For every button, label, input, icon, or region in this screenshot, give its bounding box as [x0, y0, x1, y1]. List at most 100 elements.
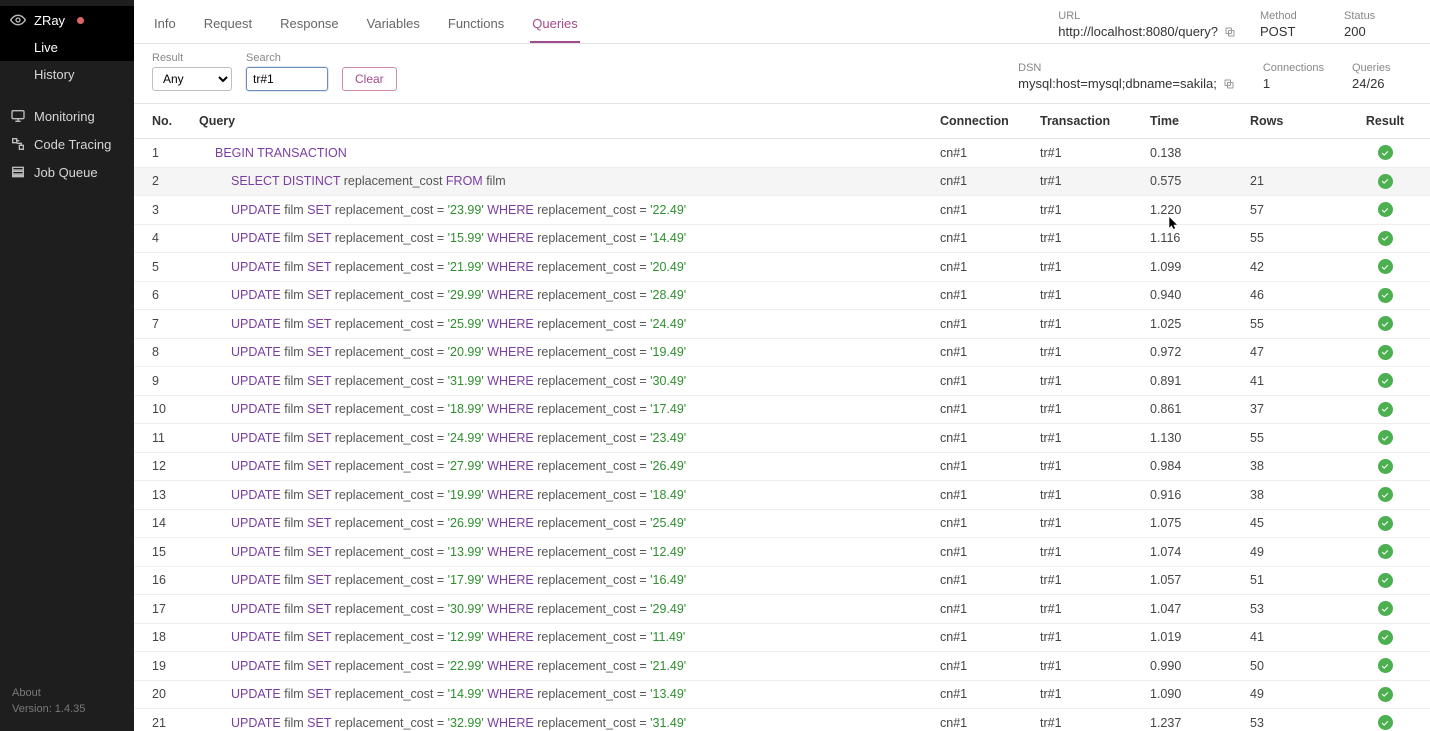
col-header-rows[interactable]: Rows: [1240, 104, 1340, 139]
cell-conn: cn#1: [930, 709, 1030, 731]
search-input[interactable]: [246, 67, 328, 91]
cell-query: UPDATE film SET replacement_cost = '18.9…: [189, 395, 930, 424]
sidebar-item-jobqueue[interactable]: Job Queue: [0, 158, 134, 186]
copy-icon[interactable]: [1224, 26, 1236, 38]
cell-tx: tr#1: [1030, 310, 1140, 339]
queue-icon: [10, 164, 26, 180]
dsn-value: mysql:host=mysql;dbname=sakila;: [1018, 76, 1217, 91]
cell-conn: cn#1: [930, 452, 1030, 481]
tab-response[interactable]: Response: [278, 8, 341, 43]
table-row[interactable]: 20UPDATE film SET replacement_cost = '14…: [134, 680, 1430, 709]
table-row[interactable]: 3UPDATE film SET replacement_cost = '23.…: [134, 196, 1430, 225]
cell-result: [1340, 566, 1430, 595]
tab-functions[interactable]: Functions: [446, 8, 506, 43]
sidebar-item-monitoring[interactable]: Monitoring: [0, 102, 134, 130]
result-filter-select[interactable]: Any: [152, 67, 232, 91]
cell-result: [1340, 253, 1430, 282]
cell-conn: cn#1: [930, 680, 1030, 709]
table-row[interactable]: 18UPDATE film SET replacement_cost = '12…: [134, 623, 1430, 652]
table-row[interactable]: 15UPDATE film SET replacement_cost = '13…: [134, 538, 1430, 567]
sidebar-item-history[interactable]: History: [0, 61, 134, 88]
cell-no: 10: [134, 395, 189, 424]
col-header-no[interactable]: No.: [134, 104, 189, 139]
cell-time: 1.130: [1140, 424, 1240, 453]
tab-info[interactable]: Info: [152, 8, 178, 43]
cell-query: UPDATE film SET replacement_cost = '20.9…: [189, 338, 930, 367]
sidebar-brand[interactable]: ZRay: [0, 6, 134, 34]
col-header-query[interactable]: Query: [189, 104, 930, 139]
table-row[interactable]: 14UPDATE film SET replacement_cost = '26…: [134, 509, 1430, 538]
status-value: 200: [1344, 24, 1404, 39]
col-header-tx[interactable]: Transaction: [1030, 104, 1140, 139]
table-row[interactable]: 10UPDATE film SET replacement_cost = '18…: [134, 395, 1430, 424]
cell-tx: tr#1: [1030, 338, 1140, 367]
cell-time: 0.916: [1140, 481, 1240, 510]
col-header-time[interactable]: Time: [1140, 104, 1240, 139]
cell-query: UPDATE film SET replacement_cost = '26.9…: [189, 509, 930, 538]
table-row[interactable]: 16UPDATE film SET replacement_cost = '17…: [134, 566, 1430, 595]
cell-query: UPDATE film SET replacement_cost = '21.9…: [189, 253, 930, 282]
cell-conn: cn#1: [930, 367, 1030, 396]
meta-connections: Connections 1: [1263, 62, 1324, 91]
cell-result: [1340, 452, 1430, 481]
sidebar-item-live[interactable]: Live: [0, 34, 134, 61]
tab-variables[interactable]: Variables: [365, 8, 422, 43]
cell-rows: [1240, 139, 1340, 168]
cell-no: 1: [134, 139, 189, 168]
cell-rows: 55: [1240, 424, 1340, 453]
cell-no: 2: [134, 167, 189, 196]
cell-time: 1.047: [1140, 595, 1240, 624]
table-row[interactable]: 13UPDATE film SET replacement_cost = '19…: [134, 481, 1430, 510]
table-row[interactable]: 11UPDATE film SET replacement_cost = '24…: [134, 424, 1430, 453]
cell-query: UPDATE film SET replacement_cost = '12.9…: [189, 623, 930, 652]
cell-time: 1.220: [1140, 196, 1240, 225]
table-row[interactable]: 12UPDATE film SET replacement_cost = '27…: [134, 452, 1430, 481]
cell-rows: 41: [1240, 367, 1340, 396]
meta-method: Method POST: [1260, 10, 1320, 39]
tab-request[interactable]: Request: [202, 8, 254, 43]
col-header-result[interactable]: Result: [1340, 104, 1430, 139]
copy-icon[interactable]: [1223, 78, 1235, 90]
cell-rows: 45: [1240, 509, 1340, 538]
cell-result: [1340, 623, 1430, 652]
table-row[interactable]: 8UPDATE film SET replacement_cost = '20.…: [134, 338, 1430, 367]
cell-no: 7: [134, 310, 189, 339]
success-icon: [1378, 145, 1393, 160]
sidebar-item-label: Monitoring: [34, 109, 95, 124]
cell-conn: cn#1: [930, 224, 1030, 253]
table-row[interactable]: 6UPDATE film SET replacement_cost = '29.…: [134, 281, 1430, 310]
cell-query: UPDATE film SET replacement_cost = '30.9…: [189, 595, 930, 624]
cell-tx: tr#1: [1030, 224, 1140, 253]
cell-no: 5: [134, 253, 189, 282]
sidebar-item-label: History: [34, 67, 74, 82]
sidebar-item-tracing[interactable]: Code Tracing: [0, 130, 134, 158]
cell-conn: cn#1: [930, 196, 1030, 225]
cell-no: 15: [134, 538, 189, 567]
cell-rows: 55: [1240, 310, 1340, 339]
col-header-conn[interactable]: Connection: [930, 104, 1030, 139]
table-row[interactable]: 21UPDATE film SET replacement_cost = '32…: [134, 709, 1430, 731]
cell-no: 9: [134, 367, 189, 396]
about-link[interactable]: About: [12, 686, 122, 701]
clear-button[interactable]: Clear: [342, 67, 397, 91]
table-row[interactable]: 17UPDATE film SET replacement_cost = '30…: [134, 595, 1430, 624]
cell-time: 1.019: [1140, 623, 1240, 652]
cell-result: [1340, 281, 1430, 310]
table-row[interactable]: 5UPDATE film SET replacement_cost = '21.…: [134, 253, 1430, 282]
cell-no: 14: [134, 509, 189, 538]
connections-value: 1: [1263, 76, 1324, 91]
table-row[interactable]: 2SELECT DISTINCT replacement_cost FROM f…: [134, 167, 1430, 196]
table-row[interactable]: 9UPDATE film SET replacement_cost = '31.…: [134, 367, 1430, 396]
table-row[interactable]: 19UPDATE film SET replacement_cost = '22…: [134, 652, 1430, 681]
sidebar-footer: About Version: 1.4.35: [0, 678, 134, 731]
cell-result: [1340, 538, 1430, 567]
queries-table-wrap[interactable]: No. Query Connection Transaction Time Ro…: [134, 104, 1430, 731]
cell-result: [1340, 481, 1430, 510]
table-row[interactable]: 1BEGIN TRANSACTIONcn#1tr#10.138: [134, 139, 1430, 168]
table-row[interactable]: 4UPDATE film SET replacement_cost = '15.…: [134, 224, 1430, 253]
table-row[interactable]: 7UPDATE film SET replacement_cost = '25.…: [134, 310, 1430, 339]
cell-time: 0.138: [1140, 139, 1240, 168]
tab-queries[interactable]: Queries: [530, 8, 580, 43]
result-filter-label: Result: [152, 52, 232, 64]
success-icon: [1378, 601, 1393, 616]
